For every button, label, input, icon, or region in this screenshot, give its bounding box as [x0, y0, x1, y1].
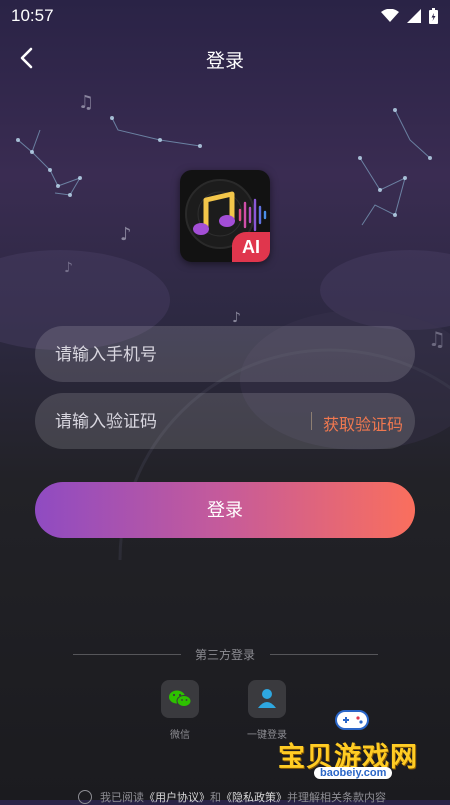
agreement-and: 和 — [210, 792, 221, 804]
svg-text:♪: ♪ — [120, 224, 132, 245]
site-watermark: 宝贝游戏网 baobeiy.com — [270, 705, 450, 785]
starry-background: ♫♪♪ ♪♫ — [0, 92, 450, 560]
status-bar: 10:57 — [0, 0, 450, 34]
ai-badge: AI — [232, 232, 270, 262]
third-party-label: 第三方登录 — [194, 648, 255, 662]
verification-code-input[interactable] — [53, 393, 307, 451]
agreement-prefix: 我已阅读 — [100, 792, 144, 804]
wechat-label: 微信 — [170, 730, 190, 741]
code-field: 获取验证码 — [35, 393, 415, 451]
third-party-divider: 第三方登录 — [0, 646, 450, 662]
signal-icon — [407, 9, 421, 23]
agreement-checkbox[interactable] — [78, 790, 92, 804]
page-title: 登录 — [205, 51, 244, 72]
gamepad-icon — [335, 710, 369, 730]
app-logo: AI — [180, 170, 270, 262]
watermark-url: baobeiy.com — [314, 767, 393, 779]
battery-icon — [429, 8, 438, 24]
get-code-button[interactable]: 获取验证码 — [323, 411, 403, 435]
agreement-suffix: 并理解相关条款内容 — [287, 792, 386, 804]
svg-text:♫: ♫ — [78, 92, 94, 113]
status-time: 10:57 — [11, 6, 54, 25]
wechat-icon — [161, 680, 199, 718]
user-agreement-link[interactable]: 《用户协议》 — [144, 792, 210, 804]
phone-input[interactable] — [53, 326, 307, 384]
wechat-login-button[interactable]: 微信 — [150, 680, 210, 741]
navigation-bar: 登录 — [0, 40, 450, 76]
login-button[interactable]: 登录 — [35, 482, 415, 538]
privacy-policy-link[interactable]: 《隐私政策》 — [221, 792, 287, 804]
agreement-row: 我已阅读《用户协议》和《隐私政策》并理解相关条款内容 — [78, 789, 386, 805]
phone-field — [35, 326, 415, 384]
field-divider — [311, 412, 312, 430]
wifi-icon — [381, 9, 399, 22]
divider-line-right — [270, 654, 378, 655]
svg-text:♪: ♪ — [232, 310, 241, 326]
